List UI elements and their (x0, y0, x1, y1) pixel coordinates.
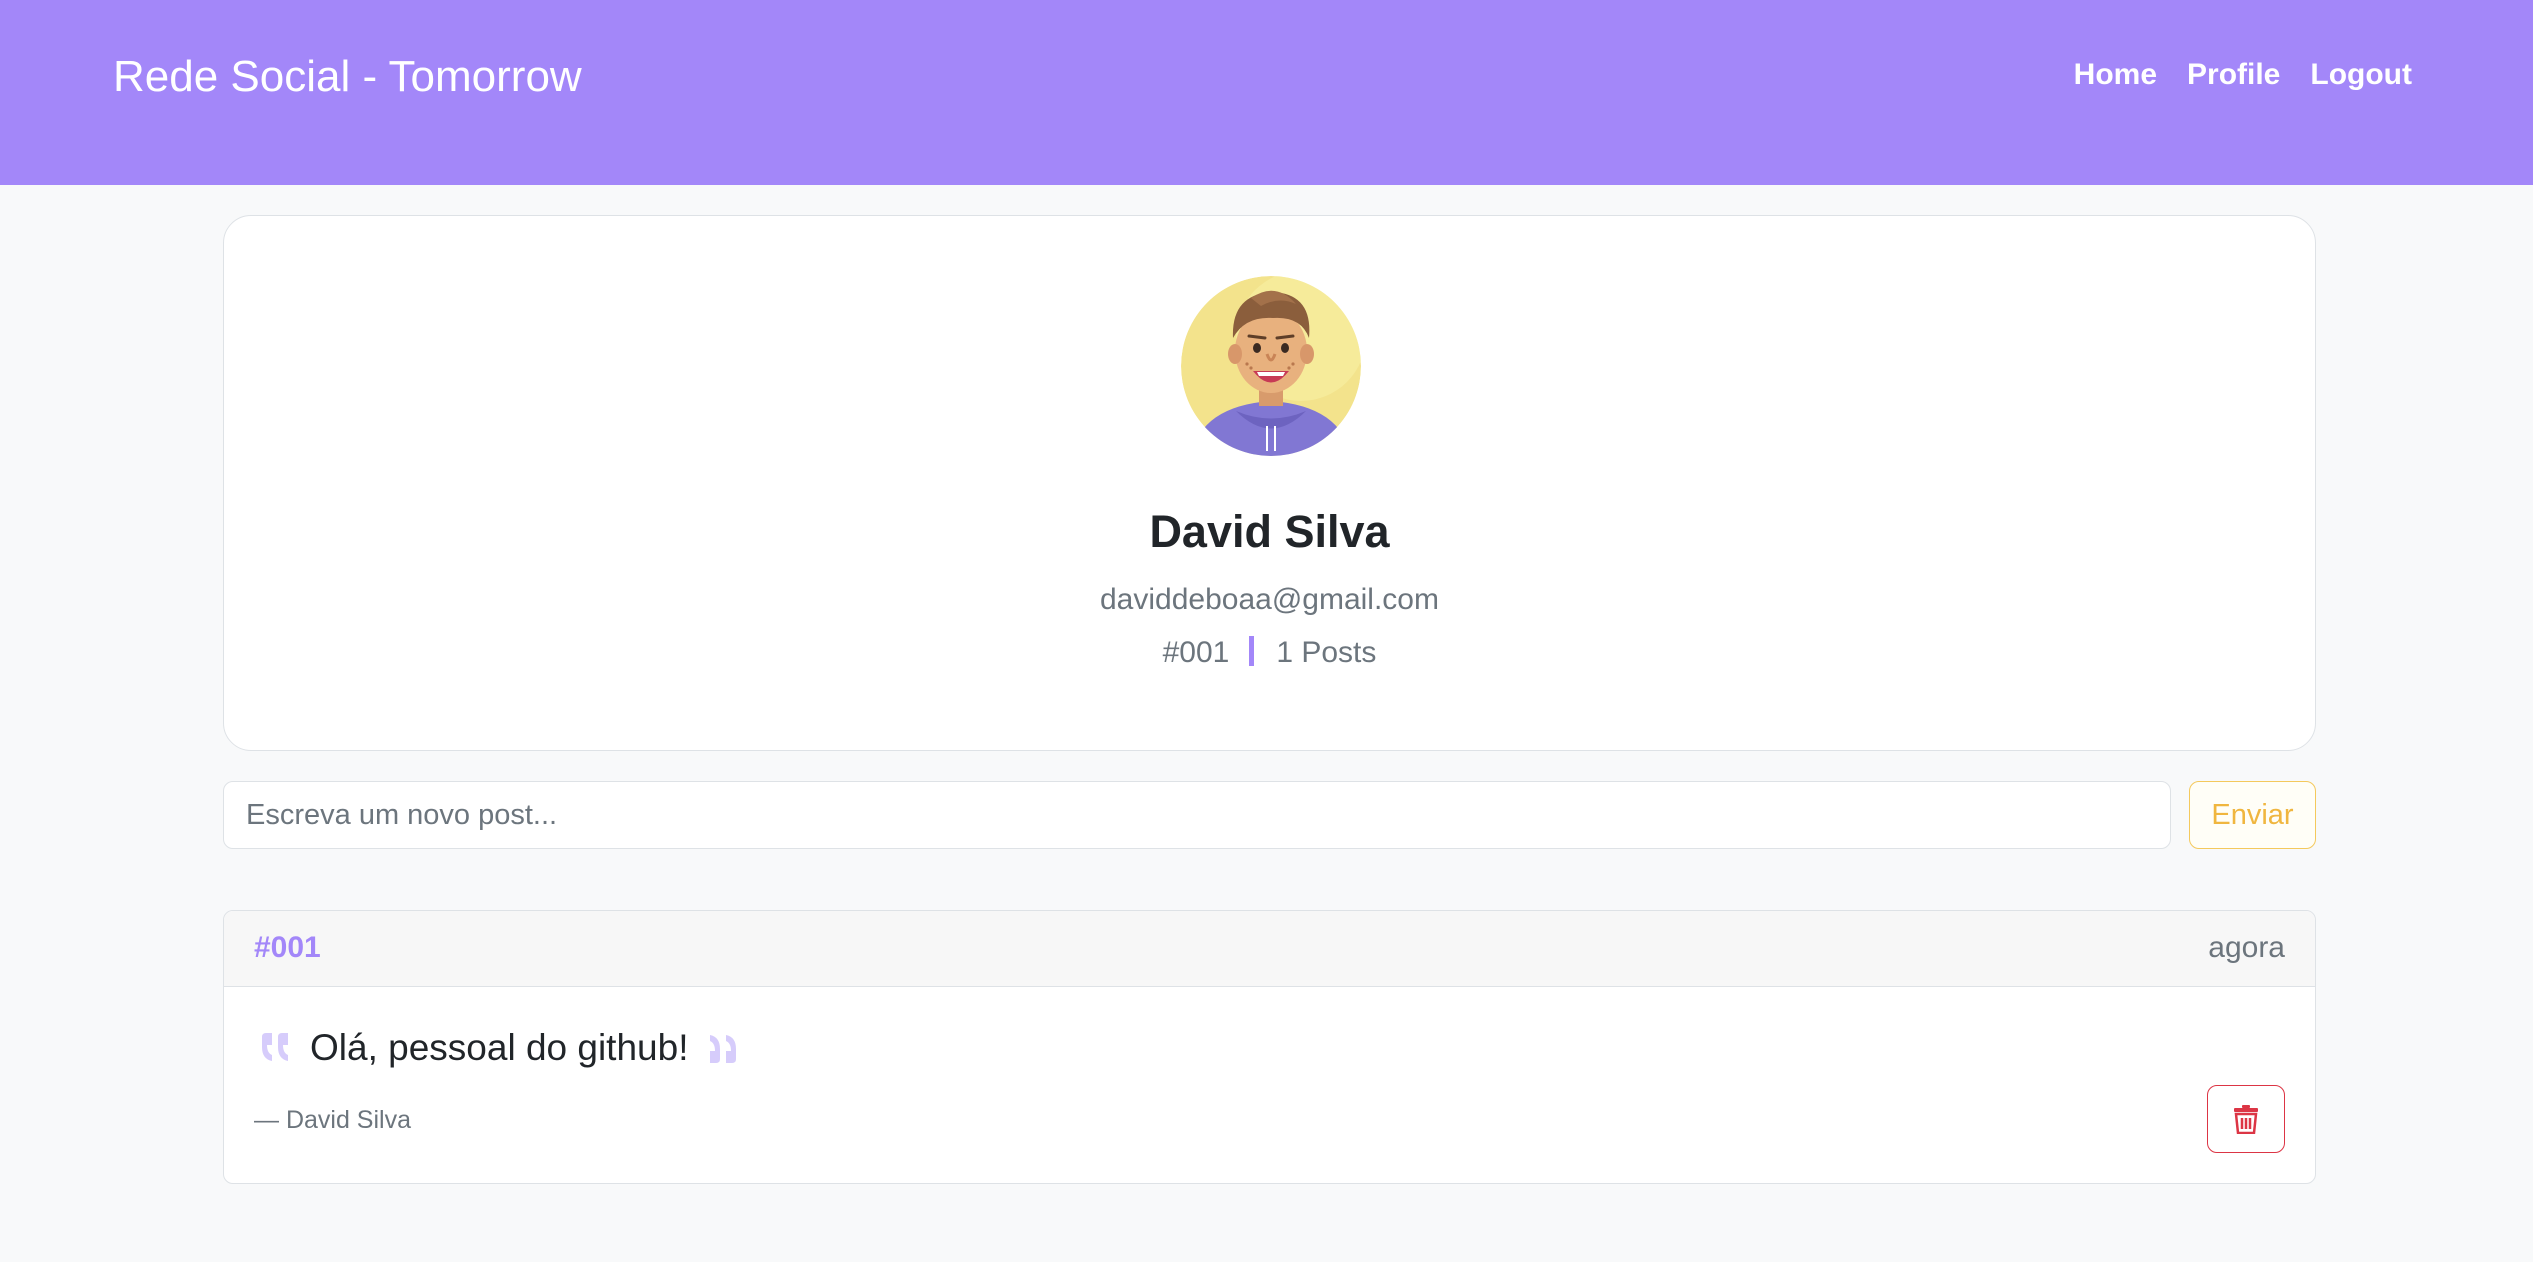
quote-open-icon (262, 1033, 288, 1061)
trash-icon (2234, 1105, 2258, 1134)
nav-link-home[interactable]: Home (2074, 58, 2157, 92)
nav-link-logout[interactable]: Logout (2310, 58, 2412, 92)
brand-title[interactable]: Rede Social - Tomorrow (113, 52, 582, 102)
quote-close-icon (710, 1035, 737, 1063)
post-header: #001 agora (224, 911, 2315, 987)
post-text: Olá, pessoal do github! (310, 1027, 689, 1068)
post-body: Olá, pessoal do github! (260, 1027, 738, 1069)
post-timestamp: agora (2208, 931, 2285, 964)
post-author: — David Silva (254, 1106, 411, 1134)
post-id: #001 (254, 931, 321, 964)
post-card: #001 agora Olá, pessoal do github! — Dav… (223, 910, 2316, 1184)
avatar (1181, 276, 1361, 456)
nav-links: Home Profile Logout (2074, 58, 2412, 92)
new-post-input[interactable] (223, 781, 2171, 849)
profile-card: David Silva daviddeboaa@gmail.com #001 1 … (223, 215, 2316, 751)
send-button[interactable]: Enviar (2189, 781, 2316, 849)
profile-meta: #001 1 Posts (224, 636, 2315, 670)
navbar: Rede Social - Tomorrow Home Profile Logo… (0, 0, 2533, 185)
profile-user-id: #001 (1162, 636, 1230, 669)
nav-link-profile[interactable]: Profile (2187, 58, 2280, 92)
delete-post-button[interactable] (2207, 1085, 2285, 1153)
profile-name: David Silva (1149, 506, 1390, 557)
profile-email: daviddeboaa@gmail.com (1100, 583, 1439, 616)
profile-posts-count: 1 Posts (1276, 636, 1377, 669)
meta-divider (1249, 636, 1255, 666)
